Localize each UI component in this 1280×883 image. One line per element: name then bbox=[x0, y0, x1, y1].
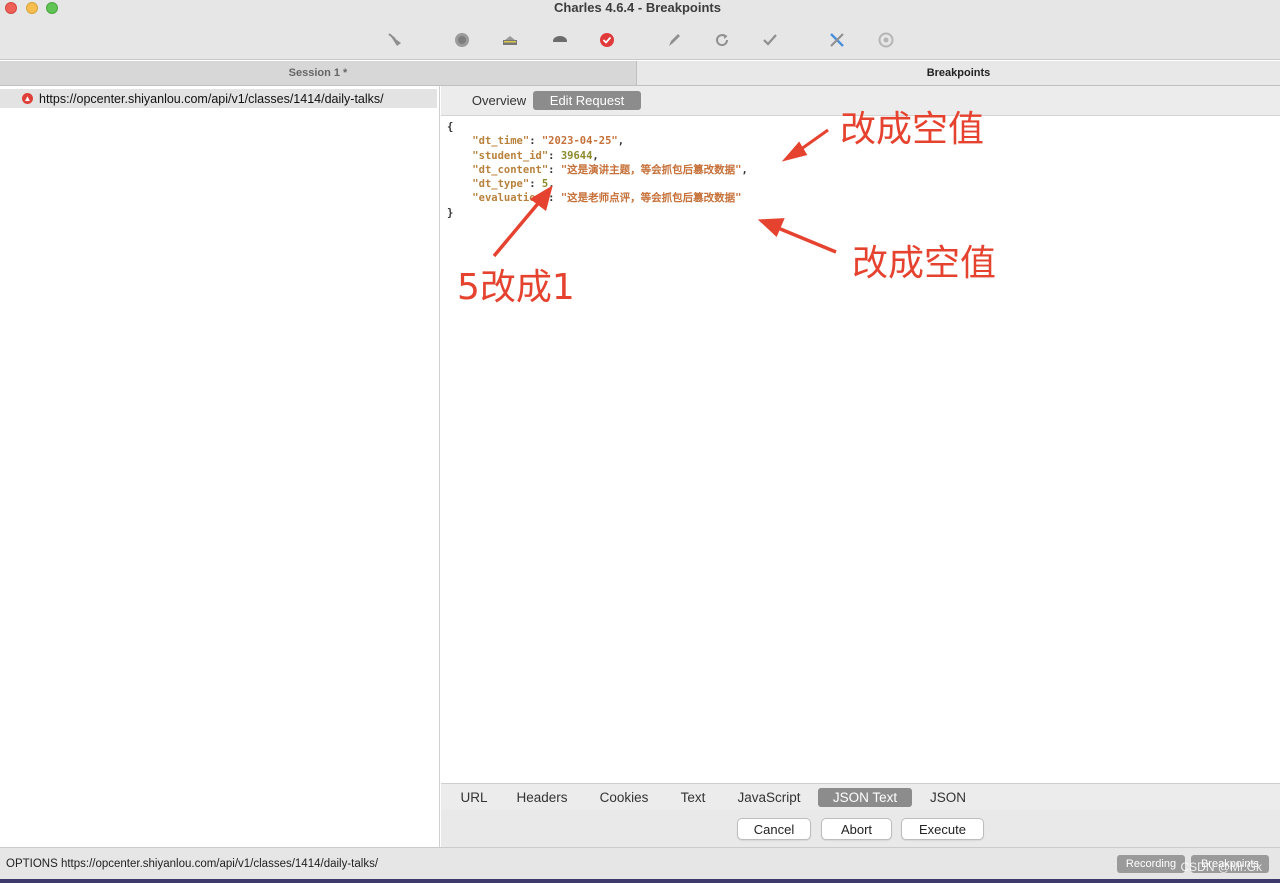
request-tree-pane: ▲ https://opcenter.shiyanlou.com/api/v1/… bbox=[0, 86, 440, 847]
tab-session[interactable]: Session 1 * bbox=[0, 61, 637, 86]
cancel-button[interactable]: Cancel bbox=[737, 818, 811, 840]
json-key: "dt_content" bbox=[472, 163, 549, 176]
json-value: "2023-04-25" bbox=[541, 135, 618, 148]
turtle-icon[interactable] bbox=[550, 30, 570, 50]
status-text: OPTIONS https://opcenter.shiyanlou.com/a… bbox=[6, 858, 379, 870]
check-icon[interactable] bbox=[760, 30, 780, 50]
record-icon[interactable] bbox=[452, 30, 472, 50]
throttle-icon[interactable] bbox=[500, 30, 520, 50]
title-bar: Charles 4.6.4 - Breakpoints bbox=[0, 0, 1280, 60]
tab-javascript[interactable]: JavaScript bbox=[734, 788, 804, 807]
tab-json-text[interactable]: JSON Text bbox=[818, 788, 912, 807]
json-value: "这是老师点评，等会抓包后篡改数据" bbox=[560, 192, 742, 205]
action-bar: Cancel Abort Execute bbox=[441, 810, 1280, 847]
tab-json[interactable]: JSON bbox=[926, 788, 970, 807]
tools-icon[interactable] bbox=[827, 30, 847, 50]
tree-row-url: https://opcenter.shiyanlou.com/api/v1/cl… bbox=[39, 91, 384, 106]
json-editor[interactable]: { "dt_time": "2023-04-25", "student_id":… bbox=[447, 120, 748, 220]
tab-overview[interactable]: Overview bbox=[454, 91, 544, 110]
json-key: "student_id" bbox=[472, 149, 549, 162]
annotation-top-right: 改成空值 bbox=[840, 109, 985, 150]
tab-url[interactable]: URL bbox=[454, 788, 494, 807]
pen-icon[interactable] bbox=[664, 30, 684, 50]
breakpoint-editor-pane: Overview Edit Request { "dt_time": "2023… bbox=[441, 86, 1280, 783]
refresh-icon[interactable] bbox=[712, 30, 732, 50]
json-close-brace: } bbox=[447, 206, 454, 219]
annotation-left: 5改成1 bbox=[457, 267, 575, 308]
tab-breakpoints[interactable]: Breakpoints bbox=[637, 61, 1280, 86]
window-title: Charles 4.6.4 - Breakpoints bbox=[554, 0, 721, 15]
tree-row-request[interactable]: ▲ https://opcenter.shiyanlou.com/api/v1/… bbox=[0, 89, 437, 108]
execute-button[interactable]: Execute bbox=[901, 818, 984, 840]
broom-icon[interactable] bbox=[386, 30, 406, 50]
json-key: "evaluation" bbox=[472, 192, 549, 205]
tab-edit-request[interactable]: Edit Request bbox=[533, 91, 641, 110]
settings-icon[interactable] bbox=[876, 30, 896, 50]
watermark: CSDN @Mr.Gk bbox=[1180, 860, 1262, 874]
annotation-mid-right: 改成空值 bbox=[852, 243, 997, 284]
upload-arrow-icon: ▲ bbox=[22, 93, 33, 104]
json-value: 39644 bbox=[560, 149, 593, 162]
view-tabs: URL Headers Cookies Text JavaScript JSON… bbox=[441, 783, 1280, 810]
recording-button[interactable]: Recording bbox=[1117, 855, 1185, 873]
tab-cookies[interactable]: Cookies bbox=[596, 788, 652, 807]
json-value: "这是演讲主题，等会抓包后篡改数据" bbox=[560, 163, 742, 176]
status-bar: OPTIONS https://opcenter.shiyanlou.com/a… bbox=[0, 847, 1280, 883]
json-key: "dt_type" bbox=[472, 178, 530, 191]
window-bottom-edge bbox=[0, 879, 1280, 883]
abort-button[interactable]: Abort bbox=[821, 818, 892, 840]
json-key: "dt_time" bbox=[472, 135, 530, 148]
tab-headers[interactable]: Headers bbox=[513, 788, 571, 807]
breakpoint-icon[interactable] bbox=[597, 30, 617, 50]
json-open-brace: { bbox=[447, 121, 454, 133]
tab-text[interactable]: Text bbox=[677, 788, 709, 807]
